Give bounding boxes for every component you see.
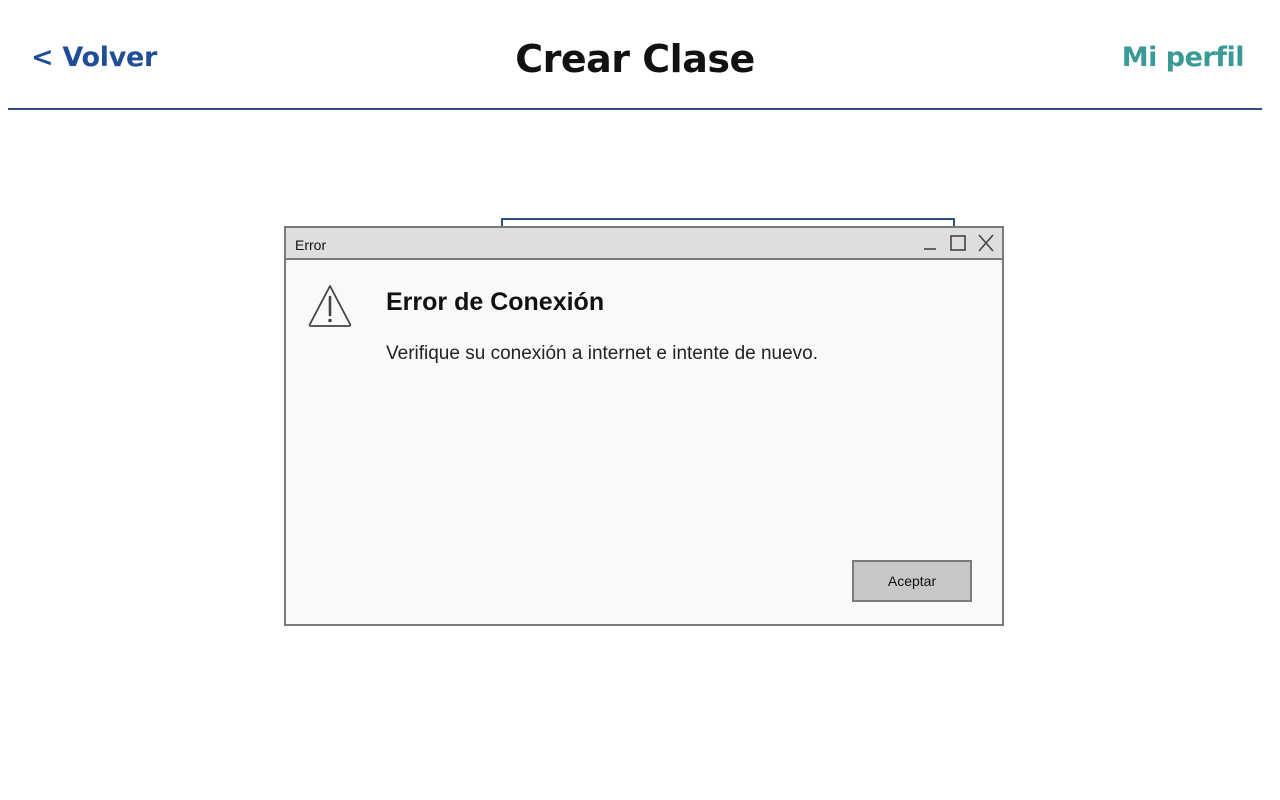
dialog-titlebar[interactable]: Error (286, 228, 1002, 260)
close-icon[interactable] (976, 233, 996, 253)
warning-icon (307, 283, 353, 329)
minimize-icon[interactable] (920, 233, 940, 253)
dialog-heading: Error de Conexión (386, 288, 605, 316)
error-dialog: Error Error de Conexión Verifique su con… (284, 226, 1004, 626)
page: < Volver Crear Clase Mi perfil Error Err… (0, 0, 1280, 800)
dialog-window-title: Error (295, 237, 327, 253)
profile-link[interactable]: Mi perfil (1122, 42, 1245, 74)
dialog-message: Verifique su conexión a internet e inten… (386, 343, 819, 364)
maximize-icon[interactable] (948, 233, 968, 253)
top-header: < Volver Crear Clase Mi perfil (8, 0, 1262, 110)
accept-button[interactable]: Aceptar (852, 560, 972, 602)
page-title: Crear Clase (515, 37, 755, 81)
